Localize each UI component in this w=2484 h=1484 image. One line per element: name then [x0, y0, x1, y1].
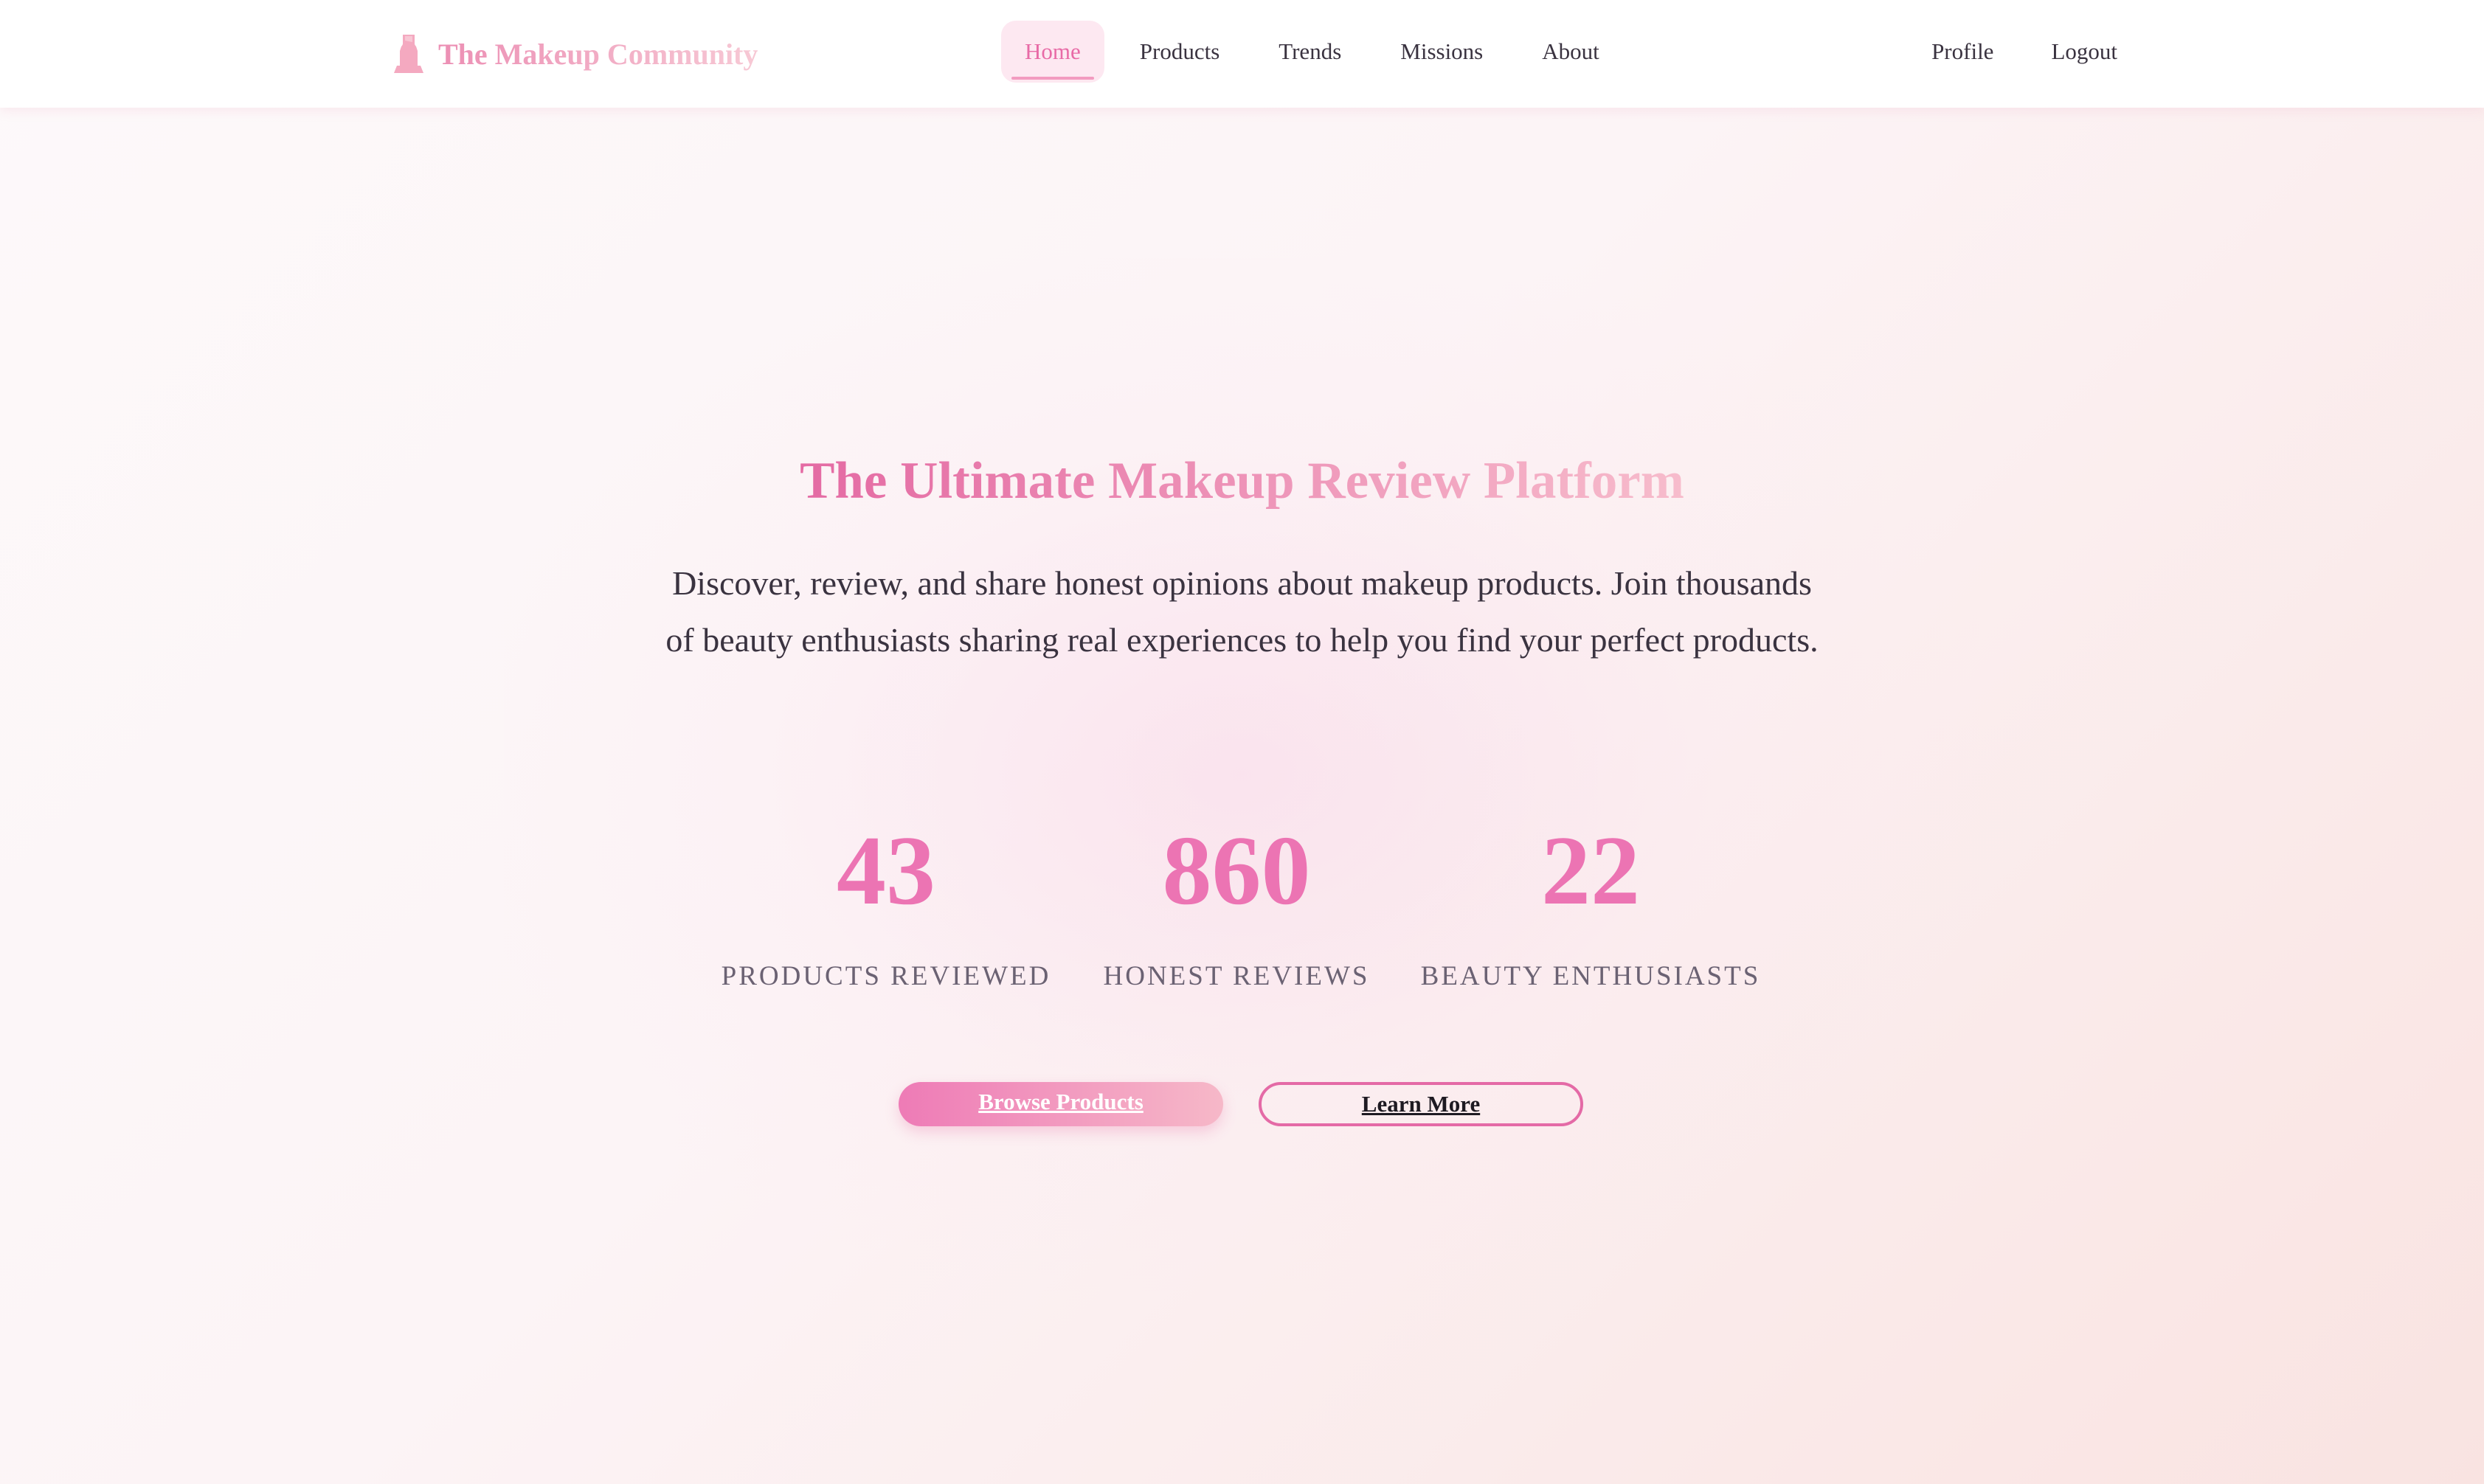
nav-link-logout[interactable]: Logout [2027, 21, 2141, 83]
nav-link-about[interactable]: About [1518, 21, 1623, 83]
stat-beauty-enthusiasts: 22 BEAUTY ENTHUSIASTS [1406, 811, 1775, 992]
nav-link-profile[interactable]: Profile [1908, 21, 2017, 83]
brand-logo-link[interactable]: The Makeup Community [392, 30, 758, 78]
hero-title: The Ultimate Makeup Review Platform [0, 451, 2484, 511]
top-navbar: The Makeup Community Home Products Trend… [0, 0, 2484, 108]
browse-products-button[interactable]: Browse Products [899, 1082, 1223, 1126]
nav-link-trends[interactable]: Trends [1255, 21, 1365, 83]
main-nav: Home Products Trends Missions About [1001, 21, 1635, 83]
stat-number: 22 [1541, 816, 1640, 925]
stat-number: 860 [1162, 816, 1311, 925]
stats-row: 43 PRODUCTS REVIEWED 860 HONEST REVIEWS … [0, 811, 2484, 1018]
stat-label: BEAUTY ENTHUSIASTS [1420, 961, 1761, 991]
lipstick-icon [394, 35, 423, 73]
stat-number: 43 [837, 816, 935, 925]
stat-products-reviewed: 43 PRODUCTS REVIEWED [702, 811, 1070, 992]
nav-link-missions[interactable]: Missions [1377, 21, 1506, 83]
user-nav: Profile Logout [1897, 21, 2141, 83]
hero-description: Discover, review, and share honest opini… [665, 564, 1819, 659]
hero-actions: Browse Products Learn More [0, 1082, 2484, 1126]
stat-label: HONEST REVIEWS [1103, 961, 1370, 991]
learn-more-button[interactable]: Learn More [1259, 1082, 1583, 1126]
brand-name: The Makeup Community [438, 37, 758, 71]
hero-background-glow [504, 258, 1979, 1291]
stat-honest-reviews: 860 HONEST REVIEWS [1052, 811, 1421, 992]
nav-link-products[interactable]: Products [1116, 21, 1244, 83]
hero-title-text: The Ultimate Makeup Review Platform [800, 452, 1684, 510]
stat-label: PRODUCTS REVIEWED [721, 961, 1051, 991]
nav-link-home[interactable]: Home [1001, 21, 1104, 83]
